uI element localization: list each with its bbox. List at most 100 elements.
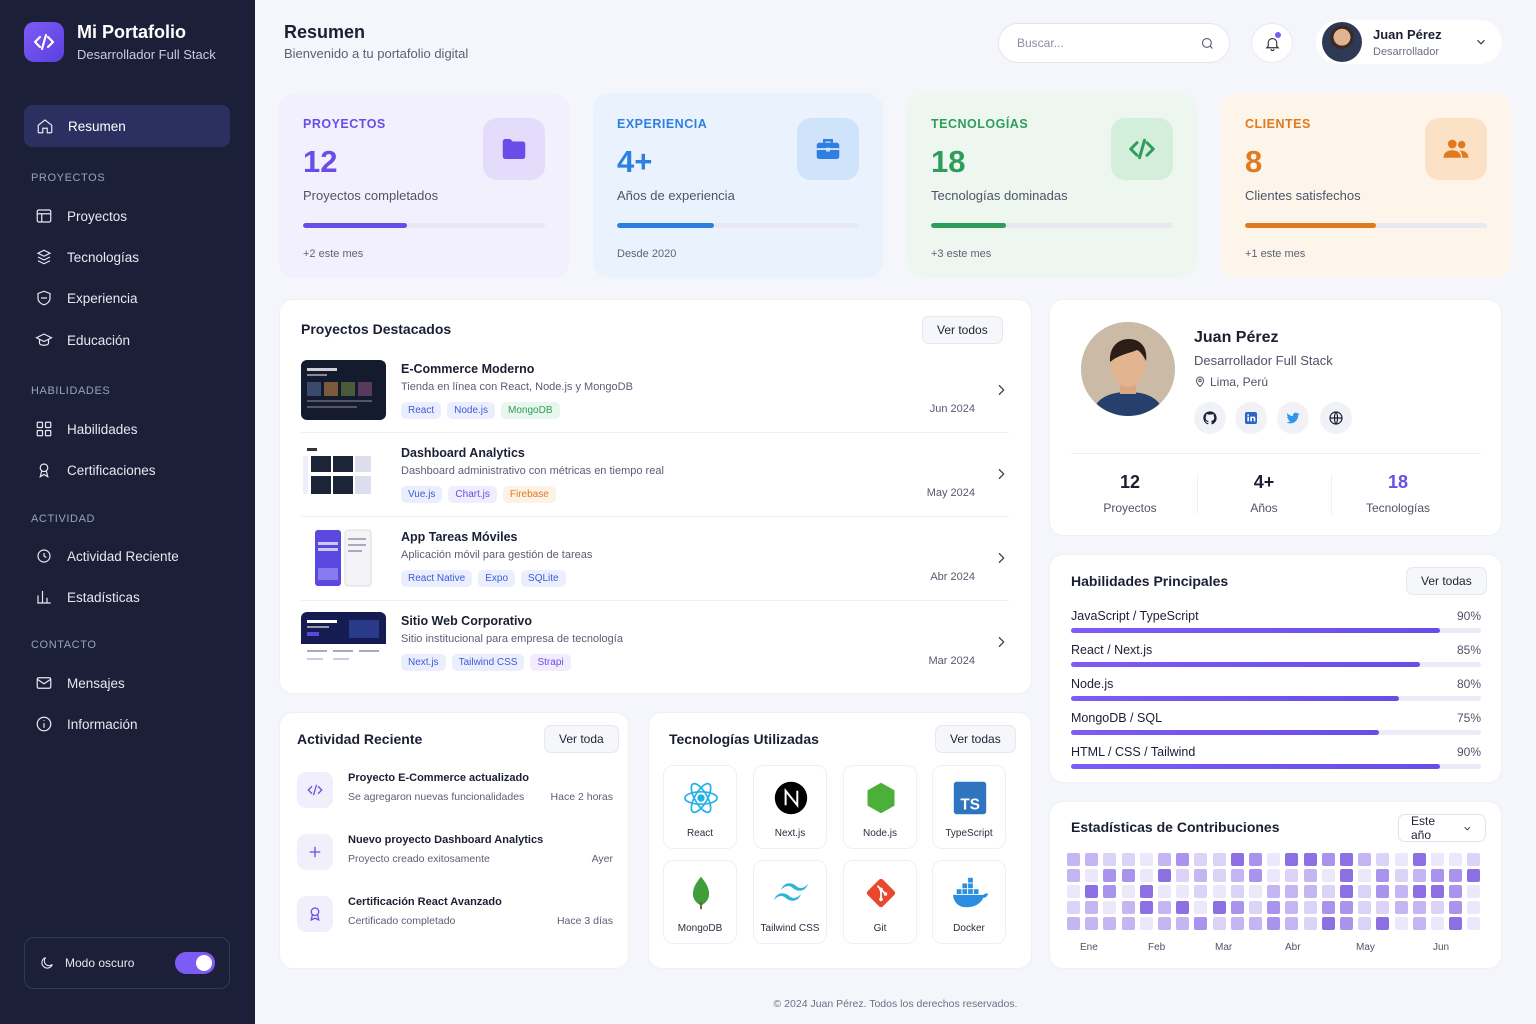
sidebar-item-certificaciones[interactable]: Certificaciones — [35, 461, 156, 479]
activity-item[interactable]: Proyecto E-Commerce actualizado Se agreg… — [297, 772, 613, 822]
activity-time: Hace 3 días — [556, 915, 613, 927]
contribution-cell — [1158, 853, 1171, 866]
contribution-cell — [1212, 901, 1226, 914]
contribution-cell — [1285, 853, 1299, 866]
divider — [1071, 453, 1481, 454]
stat-card-experiencia[interactable]: EXPERIENCIA 4+ Años de experiencia Desde… — [593, 93, 883, 278]
skill-row: HTML / CSS / Tailwind 90% — [1071, 745, 1481, 769]
contribution-cell — [1467, 853, 1481, 866]
svg-text:TS: TS — [960, 797, 980, 814]
contribution-cell — [1467, 901, 1481, 914]
view-all-skills-button[interactable]: Ver todas — [1406, 567, 1487, 595]
tailwind-icon — [771, 873, 811, 913]
project-title: App Tareas Móviles — [401, 530, 518, 544]
notifications-button[interactable] — [1251, 23, 1293, 63]
linkedin-icon[interactable] — [1235, 402, 1267, 434]
stat-progress-bar — [931, 223, 1173, 228]
card-title: Tecnologías Utilizadas — [669, 731, 819, 747]
sidebar-item-label: Resumen — [68, 118, 126, 134]
twitter-icon[interactable] — [1277, 402, 1309, 434]
contribution-cell — [1412, 917, 1426, 930]
sidebar-item-experiencia[interactable]: Experiencia — [35, 289, 138, 307]
grid-icon — [36, 209, 52, 223]
tech-tile-nodejs[interactable]: Node.js — [843, 765, 917, 849]
sidebar-item-estadisticas[interactable]: Estadísticas — [35, 588, 140, 606]
globe-icon[interactable] — [1320, 402, 1352, 434]
skill-name: JavaScript / TypeScript — [1071, 609, 1199, 623]
chevron-right-icon[interactable] — [993, 550, 1009, 566]
chevron-right-icon[interactable] — [993, 382, 1009, 398]
notification-dot — [1274, 31, 1282, 39]
tech-tile-nextjs[interactable]: Next.js — [753, 765, 827, 849]
activity-item[interactable]: Nuevo proyecto Dashboard Analytics Proye… — [297, 834, 613, 884]
contribution-cell — [1449, 885, 1463, 898]
github-icon[interactable] — [1194, 402, 1226, 434]
view-all-projects-button[interactable]: Ver todos — [922, 316, 1003, 344]
search-box — [998, 23, 1230, 63]
sidebar-item-habilidades[interactable]: Habilidades — [35, 420, 138, 438]
tech-label: MongoDB — [677, 923, 723, 934]
stat-card-tecnologias[interactable]: TECNOLOGÍAS 18 Tecnologías dominadas +3 … — [907, 93, 1197, 278]
skill-value: 90% — [1456, 745, 1481, 759]
skill-bar — [1071, 730, 1481, 735]
sidebar-item-actividad[interactable]: Actividad Reciente — [35, 547, 179, 565]
code-icon — [297, 772, 333, 808]
skill-value: 75% — [1456, 711, 1481, 725]
project-row[interactable]: Sitio Web Corporativo Sitio instituciona… — [301, 612, 1009, 696]
search-icon[interactable] — [1200, 36, 1215, 51]
dark-mode-toggle[interactable] — [175, 952, 215, 974]
contribution-cell — [1121, 869, 1135, 882]
sidebar-item-tecnologias[interactable]: Tecnologías — [35, 248, 139, 266]
view-all-activity-button[interactable]: Ver toda — [544, 725, 619, 753]
activity-title: Proyecto E-Commerce actualizado — [348, 772, 529, 784]
sidebar-item-mensajes[interactable]: Mensajes — [35, 674, 125, 692]
activity-item[interactable]: Certificación React Avanzado Certificado… — [297, 896, 613, 946]
chevron-right-icon[interactable] — [993, 466, 1009, 482]
stat-card-proyectos[interactable]: PROYECTOS 12 Proyectos completados +2 es… — [279, 93, 569, 278]
avatar — [1322, 22, 1362, 62]
contribution-cell — [1103, 869, 1117, 882]
project-date: Mar 2024 — [928, 655, 975, 667]
search-input[interactable] — [1017, 36, 1200, 50]
activity-time: Ayer — [591, 853, 613, 865]
month-label: Mar — [1215, 942, 1233, 953]
tech-tile-git[interactable]: Git — [843, 860, 917, 944]
tech-tile-tailwind[interactable]: Tailwind CSS — [753, 860, 827, 944]
contribution-cell — [1321, 901, 1335, 914]
contribution-cell — [1394, 917, 1408, 930]
contribution-cell — [1249, 869, 1262, 882]
contribution-cell — [1394, 901, 1408, 914]
sidebar-item-educacion[interactable]: Educación — [35, 331, 130, 349]
sidebar-item-resumen[interactable]: Resumen — [24, 105, 230, 147]
sidebar-item-label: Información — [67, 716, 138, 732]
activity-title: Nuevo proyecto Dashboard Analytics — [348, 834, 544, 846]
contribution-cell — [1158, 901, 1171, 914]
contribution-cell — [1467, 869, 1481, 882]
contribution-cell — [1358, 917, 1372, 930]
card-title: Habilidades Principales — [1071, 573, 1229, 589]
stat-progress-bar — [303, 223, 545, 228]
chevron-right-icon[interactable] — [993, 634, 1009, 650]
code-icon — [1111, 118, 1173, 180]
tech-tile-typescript[interactable]: TS TypeScript — [932, 765, 1006, 849]
tech-tile-react[interactable]: React — [663, 765, 737, 849]
project-description: Dashboard administrativo con métricas en… — [401, 465, 664, 477]
user-menu[interactable]: Juan Pérez Desarrollador — [1316, 20, 1502, 64]
project-thumbnail — [301, 360, 386, 420]
period-select-value: Este año — [1411, 814, 1436, 842]
tech-tile-docker[interactable]: Docker — [932, 860, 1006, 944]
profile-name: Juan Pérez — [1194, 329, 1279, 346]
sidebar-item-informacion[interactable]: Información — [35, 715, 138, 733]
skill-name: HTML / CSS / Tailwind — [1071, 745, 1196, 759]
tech-tile-mongodb[interactable]: MongoDB — [663, 860, 737, 944]
brand[interactable]: Mi Portafolio Desarrollador Full Stack — [24, 22, 216, 62]
activity-description: Se agregaron nuevas funcionalidades — [348, 791, 525, 803]
contribution-cell — [1376, 885, 1390, 898]
period-select[interactable]: Este año — [1398, 814, 1486, 842]
sidebar-item-proyectos[interactable]: Proyectos — [35, 207, 127, 225]
contribution-cell — [1449, 853, 1463, 866]
contribution-cell — [1303, 853, 1317, 866]
git-icon — [861, 873, 901, 913]
stat-card-clientes[interactable]: CLIENTES 8 Clientes satisfechos +1 este … — [1221, 93, 1511, 278]
view-all-tech-button[interactable]: Ver todas — [935, 725, 1016, 753]
